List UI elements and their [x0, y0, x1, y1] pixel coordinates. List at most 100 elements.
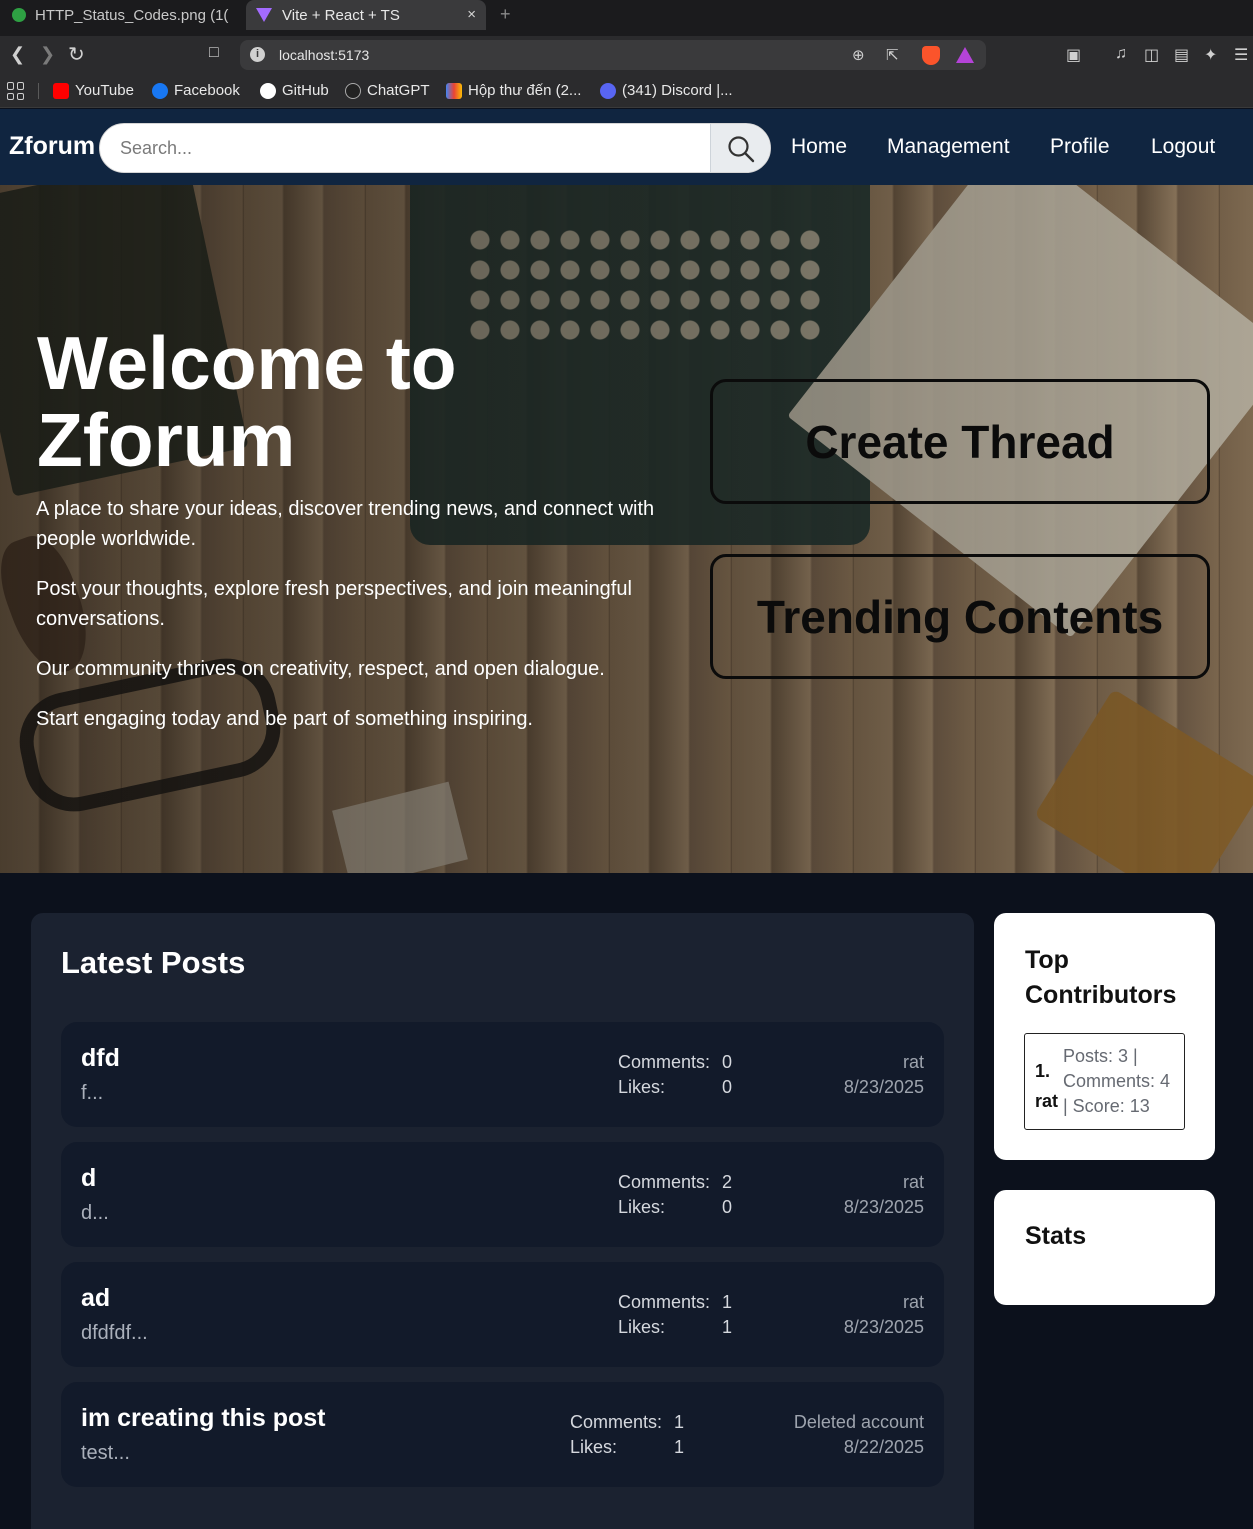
bookmark-label: (341) Discord |... [622, 82, 733, 99]
url-field[interactable]: i localhost:5173 ⊕ ⇱ [240, 40, 986, 70]
gmail-icon [446, 82, 462, 99]
bookmark-facebook[interactable]: Facebook [152, 82, 240, 99]
info-icon[interactable]: i [250, 47, 265, 62]
nav-profile[interactable]: Profile [1050, 135, 1110, 159]
bookmark-discord[interactable]: (341) Discord |... [600, 82, 733, 99]
reload-icon[interactable]: ↻ [68, 42, 85, 67]
contributor-score: | Score: 13 [1063, 1096, 1150, 1116]
address-bar: ❮ ❯ ↻ □ i localhost:5173 ⊕ ⇱ ▣ ♫ ◫ ▤ ✦ ☰ [0, 36, 1253, 74]
post-card[interactable]: ad dfdfdf... Comments: 1 Likes: 1 rat 8/… [61, 1262, 944, 1367]
hero-paragraph: Our community thrives on creativity, res… [36, 658, 605, 680]
post-title[interactable]: dfd [81, 1044, 120, 1073]
likes-count: 1 [722, 1317, 733, 1337]
bookmark-label: Facebook [174, 82, 240, 99]
menu-icon[interactable]: ☰ [1234, 45, 1248, 65]
post-title[interactable]: im creating this post [81, 1404, 325, 1433]
contributor-rank-name: 1. rat [1035, 1056, 1058, 1116]
separator [38, 83, 39, 99]
screenshot-icon[interactable]: ▣ [1066, 45, 1081, 65]
contributor-item[interactable]: 1. rat Posts: 3 | Comments: 4 | Score: 1… [1024, 1033, 1185, 1130]
contributor-stats: Posts: 3 | Comments: 4 | Score: 13 [1063, 1044, 1183, 1119]
post-author: rat [902, 1052, 924, 1072]
bookmark-label: YouTube [75, 82, 134, 99]
nav-logout[interactable]: Logout [1151, 135, 1215, 159]
bookmark-gmail[interactable]: Hộp thư đến (2... [446, 82, 581, 99]
browser-tab-bar: HTTP_Status_Codes.png (1( Vite + React +… [0, 0, 1253, 36]
post-date: 8/23/2025 [843, 1317, 924, 1337]
comments-label: Comments: [618, 1292, 711, 1312]
hero-paragraph: Post your thoughts, explore fresh perspe… [36, 578, 632, 630]
back-icon[interactable]: ❮ [10, 44, 25, 65]
leo-ai-icon[interactable]: ✦ [1204, 45, 1217, 65]
forward-icon[interactable]: ❯ [40, 44, 55, 65]
media-icon[interactable]: ♫ [1115, 45, 1127, 63]
browser-tab-active[interactable]: Vite + React + TS × [246, 0, 486, 30]
browser-tab[interactable]: HTTP_Status_Codes.png (1( [0, 0, 240, 30]
nav-home[interactable]: Home [791, 135, 847, 159]
search-button[interactable] [710, 124, 770, 172]
post-card[interactable]: im creating this post test... Comments: … [61, 1382, 944, 1487]
search-input[interactable] [100, 124, 711, 172]
apps-grid-icon[interactable] [7, 82, 25, 100]
zoom-icon[interactable]: ⊕ [852, 46, 865, 64]
likes-label: Likes: [618, 1317, 666, 1337]
create-thread-button[interactable]: Create Thread [710, 379, 1210, 504]
search-bar [99, 123, 771, 173]
comments-label: Comments: [618, 1172, 711, 1192]
share-icon[interactable]: ⇱ [886, 46, 899, 64]
post-date: 8/22/2025 [843, 1437, 924, 1457]
close-tab-icon[interactable]: × [467, 6, 476, 23]
youtube-icon [53, 82, 69, 99]
contributor-comments: Comments: 4 [1063, 1071, 1171, 1091]
top-contributors-card: Top Contributors 1. rat Posts: 3 | Comme… [994, 913, 1215, 1160]
likes-label: Likes: [618, 1077, 666, 1097]
chatgpt-icon [345, 82, 361, 99]
bookmark-icon[interactable]: □ [209, 44, 219, 62]
top-contributors-title: Top Contributors [1025, 946, 1177, 1009]
bookmark-chatgpt[interactable]: ChatGPT [345, 82, 430, 99]
tab-title: Vite + React + TS [282, 6, 400, 24]
new-tab-button[interactable]: + [500, 4, 511, 25]
post-excerpt: d... [81, 1202, 109, 1224]
hero-paragraph: Start engaging today and be part of some… [36, 708, 533, 730]
latest-posts-panel: Latest Posts dfd f... Comments: 0 Likes:… [31, 913, 974, 1529]
post-date: 8/23/2025 [843, 1197, 924, 1217]
app-header: Zforum Home Management Profile Logout [0, 109, 1253, 185]
comments-count: 0 [722, 1052, 733, 1072]
vite-logo-icon [256, 8, 272, 22]
post-author: Deleted account [793, 1412, 924, 1432]
nav-management[interactable]: Management [887, 135, 1010, 159]
image-file-icon [12, 8, 26, 22]
likes-count: 1 [674, 1437, 685, 1457]
sidebar-icon[interactable]: ◫ [1144, 45, 1159, 65]
post-author: rat [902, 1292, 924, 1312]
brave-shields-icon[interactable] [922, 46, 940, 65]
bookmark-label: ChatGPT [367, 82, 430, 99]
discord-icon [600, 82, 616, 99]
post-excerpt: f... [81, 1082, 104, 1104]
comments-label: Comments: [618, 1052, 711, 1072]
post-title[interactable]: ad [81, 1284, 110, 1313]
likes-label: Likes: [570, 1437, 618, 1457]
bookmark-label: Hộp thư đến (2... [468, 82, 582, 99]
post-author: rat [902, 1172, 924, 1192]
post-excerpt: test... [81, 1442, 130, 1464]
comments-count: 1 [674, 1412, 685, 1432]
brave-rewards-icon[interactable] [956, 47, 974, 63]
post-card[interactable]: dfd f... Comments: 0 Likes: 0 rat 8/23/2… [61, 1022, 944, 1127]
bookmark-youtube[interactable]: YouTube [53, 82, 134, 99]
hero-section: Welcome to Zforum A place to share your … [0, 185, 1253, 873]
github-icon [260, 82, 276, 99]
contributor-rank: 1. [1035, 1061, 1051, 1081]
post-card[interactable]: d d... Comments: 2 Likes: 0 rat 8/23/202… [61, 1142, 944, 1247]
stats-card: Stats [994, 1190, 1215, 1305]
post-title[interactable]: d [81, 1164, 96, 1193]
trending-contents-button[interactable]: Trending Contents [710, 554, 1210, 679]
bookmark-github[interactable]: GitHub [260, 82, 329, 99]
bookmarks-bar: YouTube Facebook GitHub ChatGPT Hộp thư … [0, 74, 1253, 108]
url-text[interactable]: localhost:5173 [279, 47, 369, 63]
comments-count: 2 [722, 1172, 733, 1192]
wallet-icon[interactable]: ▤ [1174, 45, 1189, 65]
site-logo[interactable]: Zforum [9, 132, 95, 161]
likes-count: 0 [722, 1077, 733, 1097]
